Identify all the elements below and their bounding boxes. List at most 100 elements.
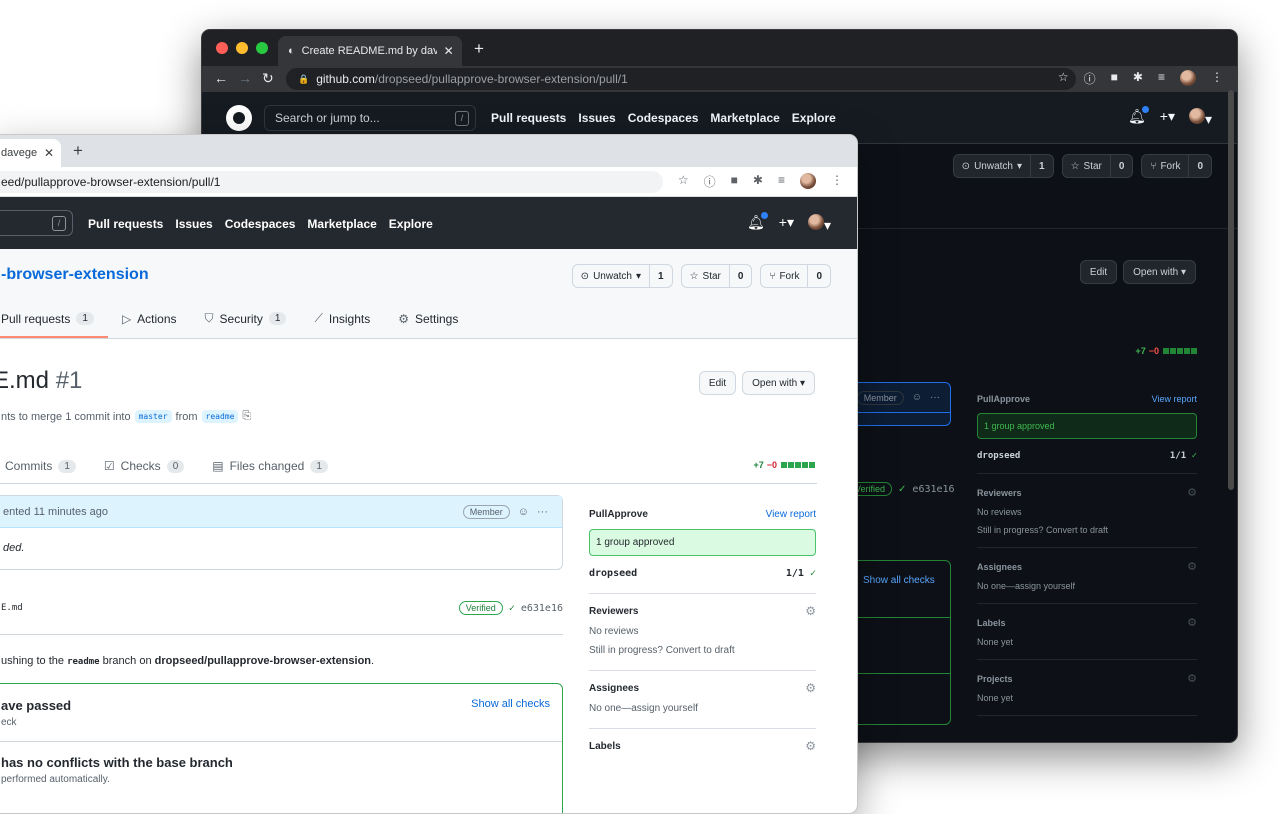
profile-avatar[interactable] [800,173,816,189]
new-tab-icon[interactable]: + [73,141,83,161]
gear-icon[interactable]: ⚙ [1187,486,1197,499]
notifications-bell-icon[interactable]: 🔔︎ [747,212,768,234]
create-new-plus-icon[interactable]: +▾ [1160,108,1175,128]
tab-security-label: Security [219,311,263,326]
star-bookmark-icon[interactable]: ☆ [1058,70,1069,87]
emoji-reaction-icon[interactable]: ☺ [518,506,529,518]
convert-to-draft-link[interactable]: Still in progress? Convert to draft [589,645,816,656]
reading-list-icon[interactable]: ≡ [778,173,785,190]
fork-button[interactable]: ⑂ Fork 0 [760,264,831,288]
show-all-checks-link[interactable]: Show all checks [471,698,550,710]
view-report-link[interactable]: View report [766,509,816,520]
comment-box: Member ☺ ··· [848,382,951,426]
user-menu[interactable]: ▾ [807,214,831,234]
browser-tab[interactable]: davege ✕ [0,139,61,167]
view-report-link[interactable]: View report [1152,394,1197,404]
tab-security[interactable]: ⛉ Security 1 [205,311,287,326]
github-logo-icon[interactable] [226,105,252,131]
tab-settings[interactable]: ⚙ Settings [398,311,458,326]
profile-avatar[interactable] [1180,70,1196,86]
edit-button[interactable]: Edit [1079,260,1118,284]
emoji-reaction-icon[interactable]: ☺ [912,392,922,403]
more-options-icon[interactable]: ··· [537,506,548,518]
reading-list-icon[interactable]: ≡ [1158,70,1165,87]
nav-codespaces[interactable]: Codespaces [628,111,699,125]
edit-button[interactable]: Edit [698,371,737,395]
square-extension-icon[interactable]: ■ [731,173,738,190]
assign-yourself-link[interactable]: No one—assign yourself [977,581,1197,591]
url-field[interactable]: 🔒 github.com /dropseed/pullapprove-brows… [286,68,1076,90]
open-with-button[interactable]: Open with ▾ [1123,260,1196,284]
create-new-plus-icon[interactable]: +▾ [779,214,794,234]
convert-to-draft-link[interactable]: Still in progress? Convert to draft [977,525,1197,535]
tab-insights[interactable]: ⟋ Insights [314,311,370,326]
base-branch[interactable]: master [134,410,172,423]
browser-tab[interactable]: ◐ Create README.md by davege ✕ [278,36,462,66]
fork-button[interactable]: ⑂ Fork 0 [1141,154,1212,178]
maximize-window-button[interactable] [256,42,268,54]
unwatch-button[interactable]: ⊙ Unwatch ▾ 1 [571,264,673,288]
open-with-button[interactable]: Open with ▾ [742,371,815,395]
star-button[interactable]: ☆ Star 0 [680,264,753,288]
gear-icon[interactable]: ⚙ [805,739,816,753]
search-input[interactable]: / [0,210,73,236]
gear-icon[interactable]: ⚙ [1187,672,1197,685]
square-extension-icon[interactable]: ■ [1111,70,1118,87]
close-window-button[interactable] [216,42,228,54]
repo-name-link[interactable]: -browser-extension [1,266,149,284]
gear-icon[interactable]: ⚙ [805,604,816,618]
tab-files-changed[interactable]: ▤ Files changed 1 [212,459,328,473]
url-field[interactable]: eed/pullapprove-browser-extension/pull/1 [0,171,663,193]
nav-pull-requests[interactable]: Pull requests [491,111,566,125]
search-input[interactable]: Search or jump to... / [264,105,476,131]
new-tab-icon[interactable]: + [474,39,484,59]
nav-explore[interactable]: Explore [389,217,433,231]
info-extension-icon[interactable]: ⓘ [1084,70,1096,87]
more-options-icon[interactable]: ··· [930,392,940,403]
nav-codespaces[interactable]: Codespaces [225,217,296,231]
commit-sha[interactable]: e631e16 [521,603,563,614]
tab-count: 0 [166,459,185,473]
show-all-checks-link[interactable]: Show all checks [863,575,935,586]
check-icon: ✓ [1191,451,1197,461]
puzzle-icon[interactable]: ✱ [1133,70,1143,87]
star-bookmark-icon[interactable]: ☆ [678,173,689,190]
commit-sha[interactable]: e631e16 [912,484,954,495]
scrollbar[interactable] [1228,90,1234,490]
nav-issues[interactable]: Issues [578,111,615,125]
nav-pull-requests[interactable]: Pull requests [88,217,163,231]
nav-explore[interactable]: Explore [792,111,836,125]
nav-issues[interactable]: Issues [175,217,212,231]
puzzle-icon[interactable]: ✱ [753,173,763,190]
nav-marketplace[interactable]: Marketplace [307,217,376,231]
star-button[interactable]: ☆ Star 0 [1061,154,1134,178]
notifications-bell-icon[interactable]: 🔔︎ [1128,106,1149,128]
verified-badge[interactable]: Verified [458,601,503,615]
gear-icon[interactable]: ⚙ [805,681,816,695]
close-tab-icon[interactable]: ✕ [44,146,54,160]
nav-marketplace[interactable]: Marketplace [710,111,779,125]
tab-actions[interactable]: ▷ Actions [122,311,177,326]
unwatch-button[interactable]: ⊙ Unwatch ▾ 1 [952,154,1054,178]
labels-title: Labels [977,617,1006,628]
header-actions: 🔔︎ +▾ ▾ [747,212,831,234]
head-branch[interactable]: readme [201,410,239,423]
gear-icon[interactable]: ⚙ [1187,560,1197,573]
menu-kebab-icon[interactable]: ⋮ [1211,70,1223,87]
assign-yourself-link[interactable]: No one—assign yourself [589,703,816,714]
minimize-window-button[interactable] [236,42,248,54]
forward-arrow-icon[interactable]: → [238,70,252,86]
commit-message[interactable]: E.md [1,603,23,613]
user-menu[interactable]: ▾ [1188,108,1212,128]
menu-kebab-icon[interactable]: ⋮ [831,173,843,190]
url-path: eed/pullapprove-browser-extension/pull/1 [1,175,221,189]
close-tab-icon[interactable]: ✕ [444,44,454,58]
back-arrow-icon[interactable]: ← [214,70,228,86]
reload-icon[interactable]: ↻ [262,70,274,87]
tab-pull-requests[interactable]: Pull requests 1 [0,311,108,338]
copy-icon[interactable]: ⎘ [242,410,251,423]
info-extension-icon[interactable]: ⓘ [704,173,716,190]
gear-icon[interactable]: ⚙ [1187,616,1197,629]
tab-checks[interactable]: ☑ Checks 0 [104,459,185,473]
tab-commits[interactable]: Commits 1 [5,459,76,473]
